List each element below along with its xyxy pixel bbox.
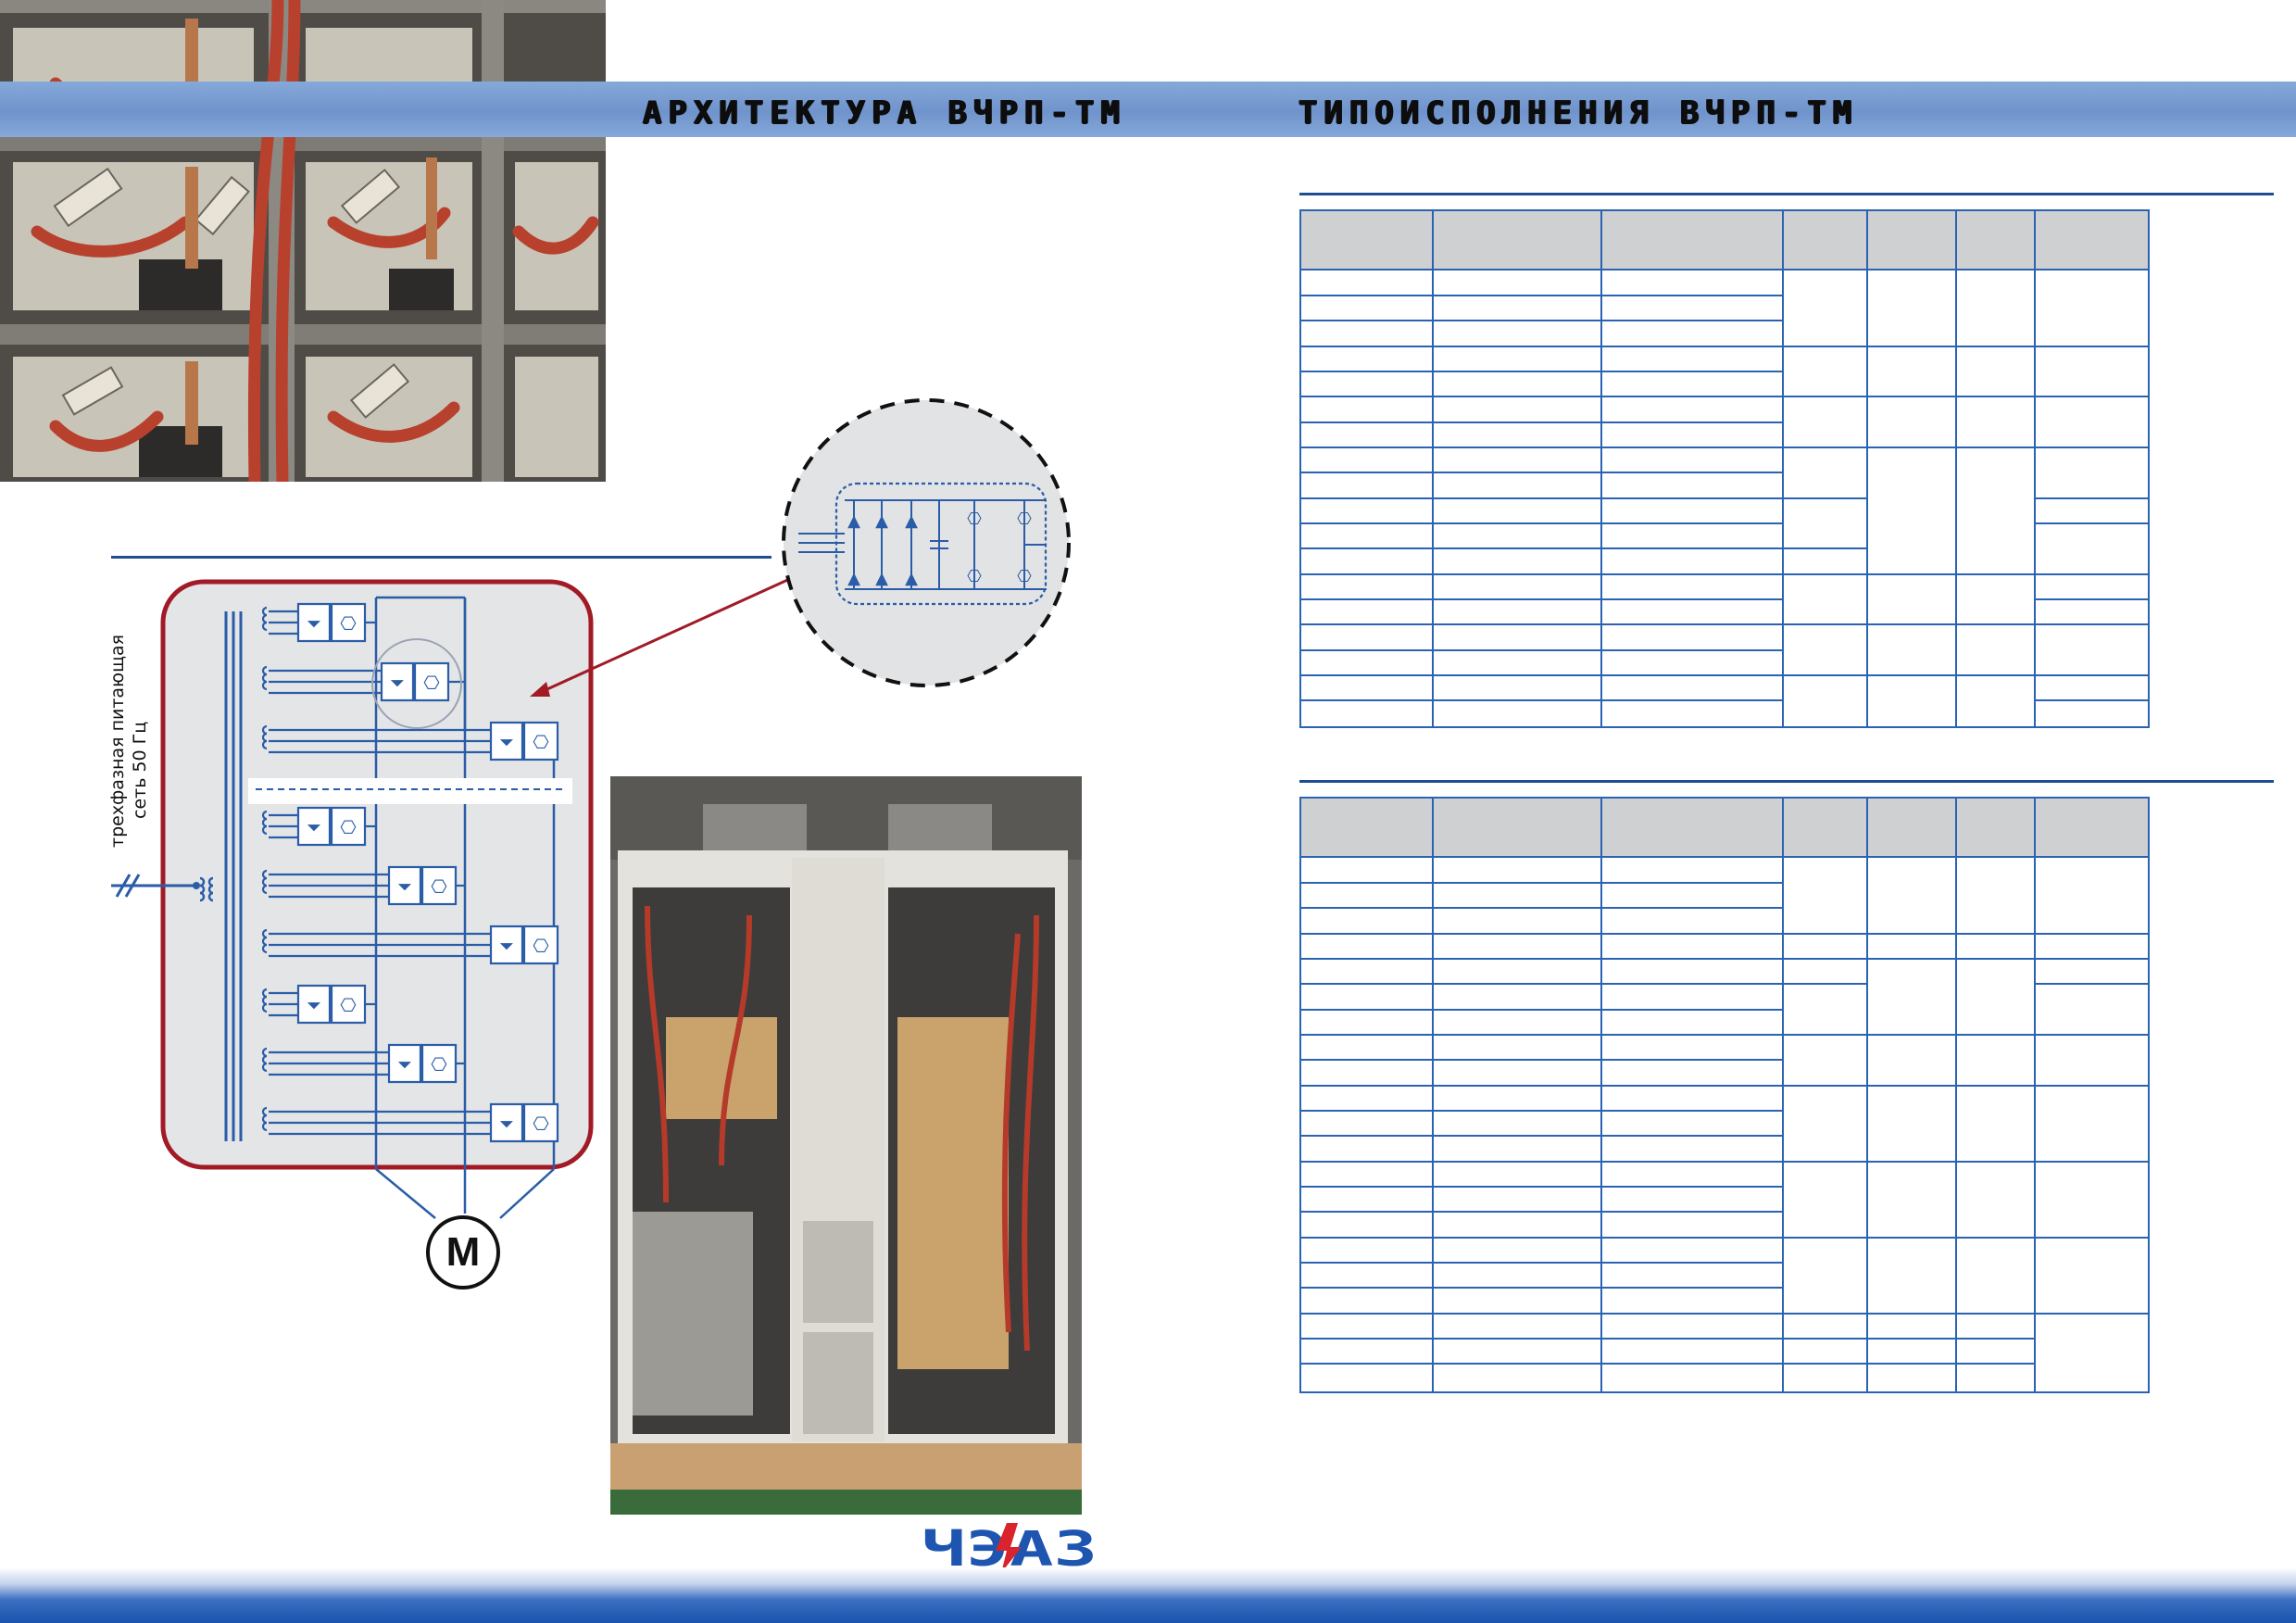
svg-text:⎔: ⎔ bbox=[340, 816, 357, 838]
svg-text:▲: ▲ bbox=[847, 569, 860, 588]
svg-text:⎔: ⎔ bbox=[533, 935, 549, 957]
svg-text:▲: ▲ bbox=[905, 569, 918, 588]
table1-body bbox=[1299, 270, 2150, 728]
svg-text:⎔: ⎔ bbox=[967, 510, 982, 529]
svg-text:⎔: ⎔ bbox=[1017, 567, 1032, 586]
svg-text:⎔: ⎔ bbox=[1017, 510, 1032, 529]
svg-text:⏷: ⏷ bbox=[499, 935, 514, 957]
svg-text:⎔: ⎔ bbox=[967, 567, 982, 586]
svg-text:⏷: ⏷ bbox=[307, 816, 321, 838]
svg-text:⎔: ⎔ bbox=[533, 731, 549, 753]
motor-label: M bbox=[445, 1229, 481, 1275]
table2-header bbox=[1299, 797, 2150, 858]
svg-text:⎔: ⎔ bbox=[533, 1113, 549, 1135]
svg-text:⎔: ⎔ bbox=[431, 1053, 447, 1076]
header-band bbox=[0, 82, 2296, 137]
architecture-title: АРХИТЕКТУРА ВЧРП-ТМ bbox=[643, 94, 1126, 132]
svg-text:⏷: ⏷ bbox=[307, 994, 321, 1016]
footer-band bbox=[0, 1567, 2296, 1623]
supply-label-line2: сеть 50 Гц bbox=[130, 721, 150, 819]
cabinet-photo bbox=[610, 776, 1082, 1515]
svg-text:⏷: ⏷ bbox=[397, 1053, 412, 1076]
svg-text:⎔: ⎔ bbox=[423, 672, 440, 694]
svg-text:⎔: ⎔ bbox=[431, 875, 447, 898]
svg-text:⏷: ⏷ bbox=[397, 875, 412, 898]
table2-top-rule bbox=[1299, 780, 2274, 783]
svg-text:▲: ▲ bbox=[875, 569, 888, 588]
svg-text:▲: ▲ bbox=[847, 511, 860, 531]
svg-text:▲: ▲ bbox=[905, 511, 918, 531]
supply-label-line1: трехфазная питающая bbox=[107, 634, 128, 848]
table1-header bbox=[1299, 209, 2150, 270]
brand-logo: ЧЭАЗ bbox=[922, 1519, 1098, 1578]
svg-text:⏷: ⏷ bbox=[390, 672, 405, 694]
svg-text:⏷: ⏷ bbox=[499, 1113, 514, 1135]
svg-text:▲: ▲ bbox=[875, 511, 888, 531]
versions-title: ТИПОИСПОЛНЕНИЯ ВЧРП-ТМ bbox=[1299, 94, 1859, 132]
svg-text:⏷: ⏷ bbox=[499, 731, 514, 753]
svg-text:⎔: ⎔ bbox=[340, 612, 357, 635]
table2-body bbox=[1299, 858, 2150, 1393]
svg-text:⏷: ⏷ bbox=[307, 612, 321, 635]
svg-text:⎔: ⎔ bbox=[340, 994, 357, 1016]
table1-top-rule bbox=[1299, 193, 2274, 195]
